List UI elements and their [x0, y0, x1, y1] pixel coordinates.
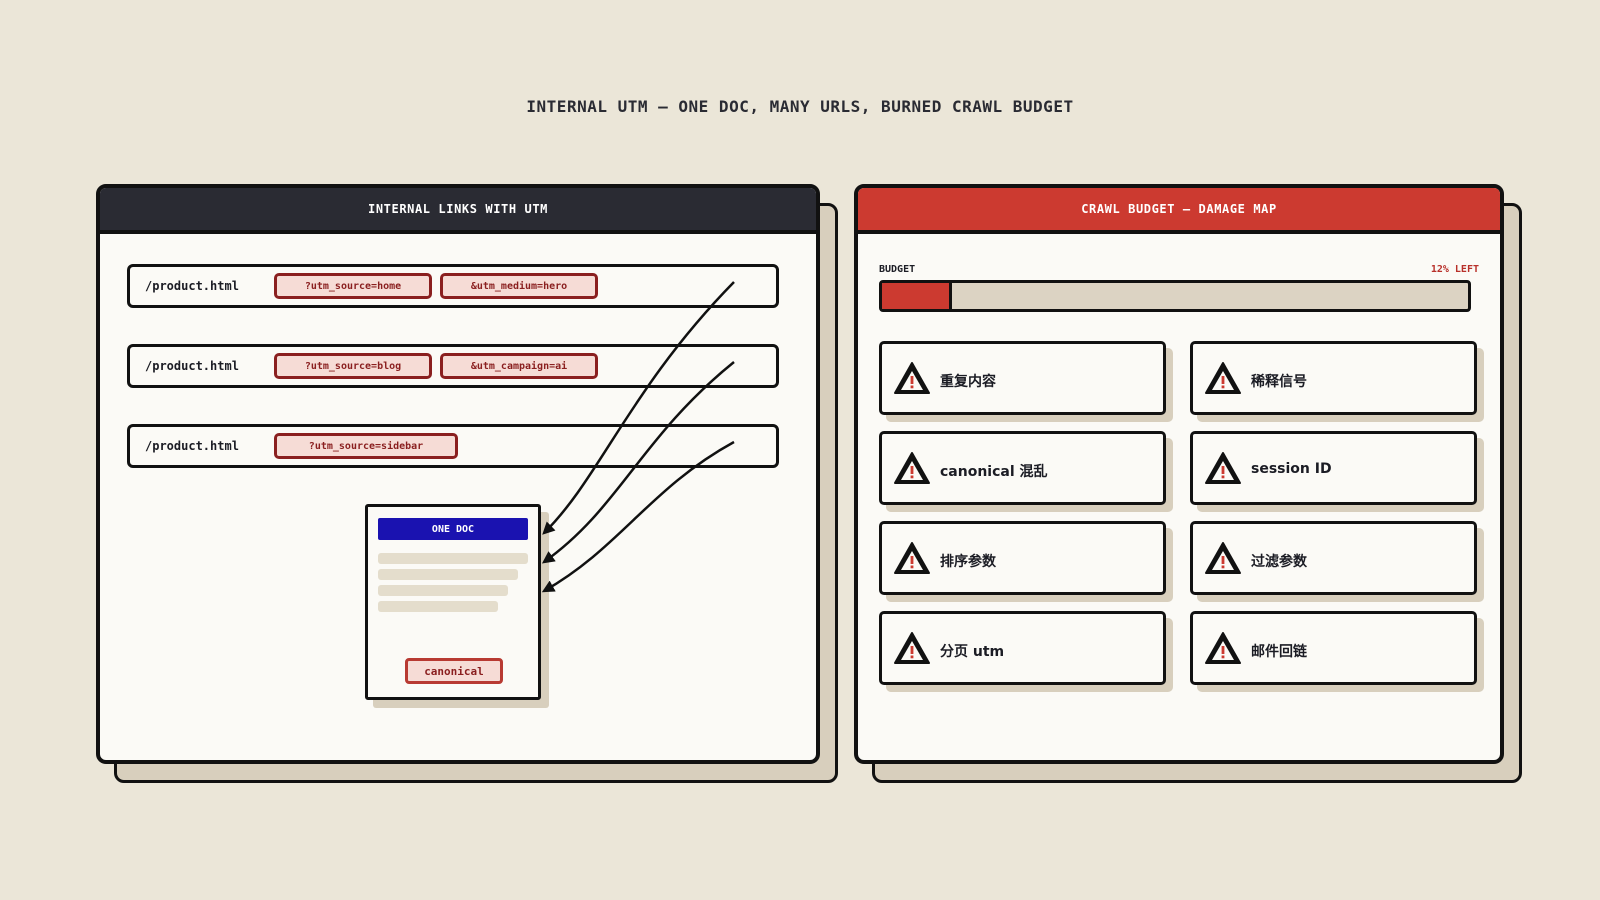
warning-icon — [894, 632, 930, 664]
arrow-home-to-doc — [542, 281, 735, 535]
warning-icon — [894, 452, 930, 484]
damage-label: 排序参数 — [940, 554, 996, 570]
damage-card-sort-params: 排序参数 — [879, 521, 1166, 595]
budget-bar-fill — [882, 283, 953, 309]
arrow-sidebar-to-doc — [541, 440, 735, 593]
page-title: INTERNAL UTM — ONE DOC, MANY URLS, BURNE… — [526, 97, 1074, 116]
damage-card-canonical-confusion: canonical 混乱 — [879, 431, 1166, 505]
budget-label: BUDGET — [879, 264, 916, 275]
warning-icon — [1205, 542, 1241, 574]
warning-icon — [1205, 362, 1241, 394]
crawl-budget-header: CRAWL BUDGET — DAMAGE MAP — [858, 188, 1500, 234]
budget-bar — [879, 280, 1471, 312]
redirect-arrows — [541, 281, 735, 593]
damage-card-email-backlinks: 邮件回链 — [1190, 611, 1477, 685]
damage-card-pagination-utm: 分页 utm — [879, 611, 1166, 685]
damage-label: canonical 混乱 — [940, 464, 1048, 480]
internal-links-panel: INTERNAL LINKS WITH UTM /product.html ?u… — [96, 184, 820, 764]
damage-label: 稀释信号 — [1251, 374, 1307, 390]
damage-label: 过滤参数 — [1251, 554, 1307, 570]
damage-label: session ID — [1251, 461, 1332, 477]
arrow-blog-to-doc — [541, 361, 735, 564]
damage-card-duplicate-content: 重复内容 — [879, 341, 1166, 415]
damage-label: 重复内容 — [940, 374, 996, 390]
budget-remaining: 12% LEFT — [1430, 264, 1479, 275]
warning-icon — [894, 362, 930, 394]
damage-label: 邮件回链 — [1251, 644, 1307, 660]
damage-card-session-id: session ID — [1190, 431, 1477, 505]
warning-icon — [894, 542, 930, 574]
warning-icon — [1205, 632, 1241, 664]
damage-label: 分页 utm — [940, 644, 1005, 660]
warning-icon — [1205, 452, 1241, 484]
crawl-budget-panel: CRAWL BUDGET — DAMAGE MAP BUDGET 12% LEF… — [854, 184, 1504, 764]
damage-card-diluted-signals: 稀释信号 — [1190, 341, 1477, 415]
damage-card-filter-params: 过滤参数 — [1190, 521, 1477, 595]
